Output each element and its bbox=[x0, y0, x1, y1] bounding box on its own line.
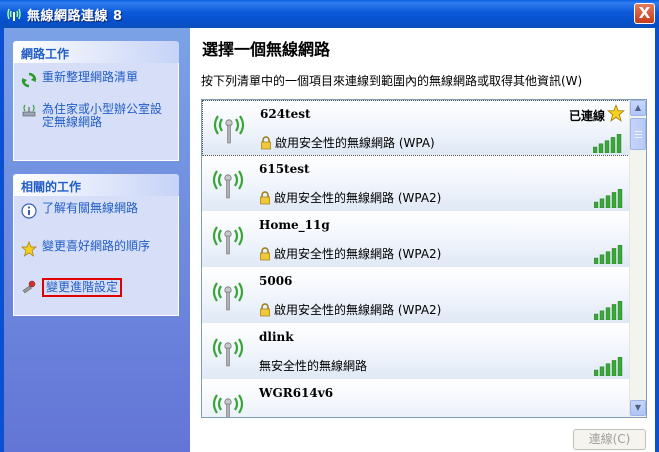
task-label: 為住家或小型辦公室設定無線網路 bbox=[42, 102, 163, 129]
network-ssid: WGR614v6 bbox=[259, 386, 334, 400]
lock-icon bbox=[259, 246, 271, 261]
network-security: 啟用安全性的無線網路 (WPA) bbox=[260, 134, 435, 151]
network-ssid: Home_11g bbox=[259, 218, 330, 232]
network-ssid: 624test bbox=[260, 107, 311, 121]
scroll-up-button[interactable]: ▲ bbox=[630, 100, 646, 116]
task-label: 了解有關無線網路 bbox=[42, 201, 139, 215]
network-ssid: 615test bbox=[259, 162, 310, 176]
signal-strength-bars-icon bbox=[593, 300, 624, 321]
network-list-item[interactable]: 5006 啟用安全性的無線網路 (WPA2) bbox=[202, 268, 630, 324]
title-bar[interactable]: 無線網路連線 8 X bbox=[0, 0, 659, 28]
wireless-network-icon bbox=[5, 5, 23, 23]
lock-icon bbox=[260, 135, 272, 150]
connect-button[interactable]: 連線(C) bbox=[573, 429, 646, 450]
security-label: 啟用安全性的無線網路 (WPA2) bbox=[274, 191, 442, 205]
signal-strength-bars-icon bbox=[593, 188, 624, 209]
scroll-thumb[interactable] bbox=[630, 118, 646, 150]
signal-strength-bars-icon bbox=[592, 133, 623, 154]
change-preferred-order-link[interactable]: 變更喜好網路的順序 bbox=[20, 240, 172, 258]
refresh-network-list-link[interactable]: 重新整理網路清單 bbox=[20, 71, 172, 89]
setup-wireless-icon bbox=[20, 103, 38, 121]
lock-icon bbox=[259, 190, 271, 205]
security-label: 啟用安全性的無線網路 (WPA2) bbox=[274, 247, 442, 261]
network-list-item[interactable]: 624test 已連線 啟用安全性的無線網路 (WPA) bbox=[202, 100, 630, 156]
wireless-signal-icon bbox=[210, 278, 246, 312]
learn-about-wireless-link[interactable]: 了解有關無線網路 bbox=[20, 202, 172, 220]
task-label: 變更進階設定 bbox=[42, 278, 123, 297]
setup-wireless-network-link[interactable]: 為住家或小型辦公室設定無線網路 bbox=[20, 103, 172, 129]
task-label: 重新整理網路清單 bbox=[42, 70, 139, 84]
window-title: 無線網路連線 8 bbox=[27, 8, 123, 24]
network-tasks-header[interactable]: 網路工作 bbox=[13, 41, 179, 63]
wireless-signal-icon bbox=[210, 390, 246, 417]
page-title: 選擇一個無線網路 bbox=[202, 40, 331, 59]
network-ssid: dlink bbox=[259, 330, 294, 344]
network-list-item[interactable]: dlink 無安全性的無線網路 bbox=[202, 324, 630, 380]
task-label: 變更喜好網路的順序 bbox=[42, 239, 151, 253]
wireless-signal-icon bbox=[210, 166, 246, 200]
network-ssid: 5006 bbox=[259, 274, 293, 288]
network-list-item[interactable]: WGR614v6 bbox=[202, 380, 630, 417]
network-list-item[interactable]: 615test 啟用安全性的無線網路 (WPA2) bbox=[202, 156, 630, 212]
star-icon bbox=[20, 240, 38, 258]
wireless-signal-icon bbox=[211, 111, 247, 145]
security-label: 啟用安全性的無線網路 (WPA) bbox=[275, 136, 435, 150]
related-tasks-panel: 相關的工作 了解有關無線網路 變更喜好網路的順序 變更進階設定 bbox=[13, 174, 179, 316]
wireless-signal-icon bbox=[210, 334, 246, 368]
network-security: 啟用安全性的無線網路 (WPA2) bbox=[259, 245, 441, 262]
network-list[interactable]: 624test 已連線 啟用安全性的無線網路 (WPA) 615test 啟用安… bbox=[201, 99, 647, 418]
refresh-icon bbox=[20, 71, 38, 89]
signal-strength-bars-icon bbox=[593, 356, 624, 377]
network-list-items: 624test 已連線 啟用安全性的無線網路 (WPA) 615test 啟用安… bbox=[202, 100, 630, 417]
network-security: 啟用安全性的無線網路 (WPA2) bbox=[259, 301, 441, 318]
window-frame-right bbox=[655, 28, 659, 452]
settings-icon bbox=[20, 278, 38, 296]
security-label: 無安全性的無線網路 bbox=[259, 359, 368, 373]
security-label: 啟用安全性的無線網路 (WPA2) bbox=[274, 303, 442, 317]
close-button[interactable]: X bbox=[634, 3, 655, 24]
related-tasks-header[interactable]: 相關的工作 bbox=[13, 174, 179, 196]
change-advanced-settings-link[interactable]: 變更進階設定 bbox=[20, 278, 172, 297]
network-tasks-panel: 網路工作 重新整理網路清單 為住家或小型辦公室設定無線網路 bbox=[13, 41, 179, 161]
network-list-item[interactable]: Home_11g 啟用安全性的無線網路 (WPA2) bbox=[202, 212, 630, 268]
network-security: 無安全性的無線網路 bbox=[259, 357, 367, 374]
signal-strength-bars-icon bbox=[593, 244, 624, 265]
info-icon bbox=[20, 202, 38, 220]
main-pane: 選擇一個無線網路 按下列清單中的一個項目來連線到範圍內的無線網路或取得其他資訊(… bbox=[190, 28, 655, 452]
wireless-signal-icon bbox=[210, 222, 246, 256]
network-security: 啟用安全性的無線網路 (WPA2) bbox=[259, 189, 441, 206]
connection-status: 已連線 bbox=[568, 109, 605, 123]
lock-icon bbox=[259, 302, 271, 317]
vertical-scrollbar[interactable]: ▲ ▼ bbox=[629, 100, 646, 417]
instruction-text: 按下列清單中的一個項目來連線到範圍內的無線網路或取得其他資訊(W) bbox=[201, 74, 583, 88]
preferred-network-star-icon bbox=[607, 104, 625, 122]
scroll-down-button[interactable]: ▼ bbox=[630, 400, 646, 416]
task-pane: 網路工作 重新整理網路清單 為住家或小型辦公室設定無線網路 相關的工作 了解有關… bbox=[4, 28, 190, 452]
